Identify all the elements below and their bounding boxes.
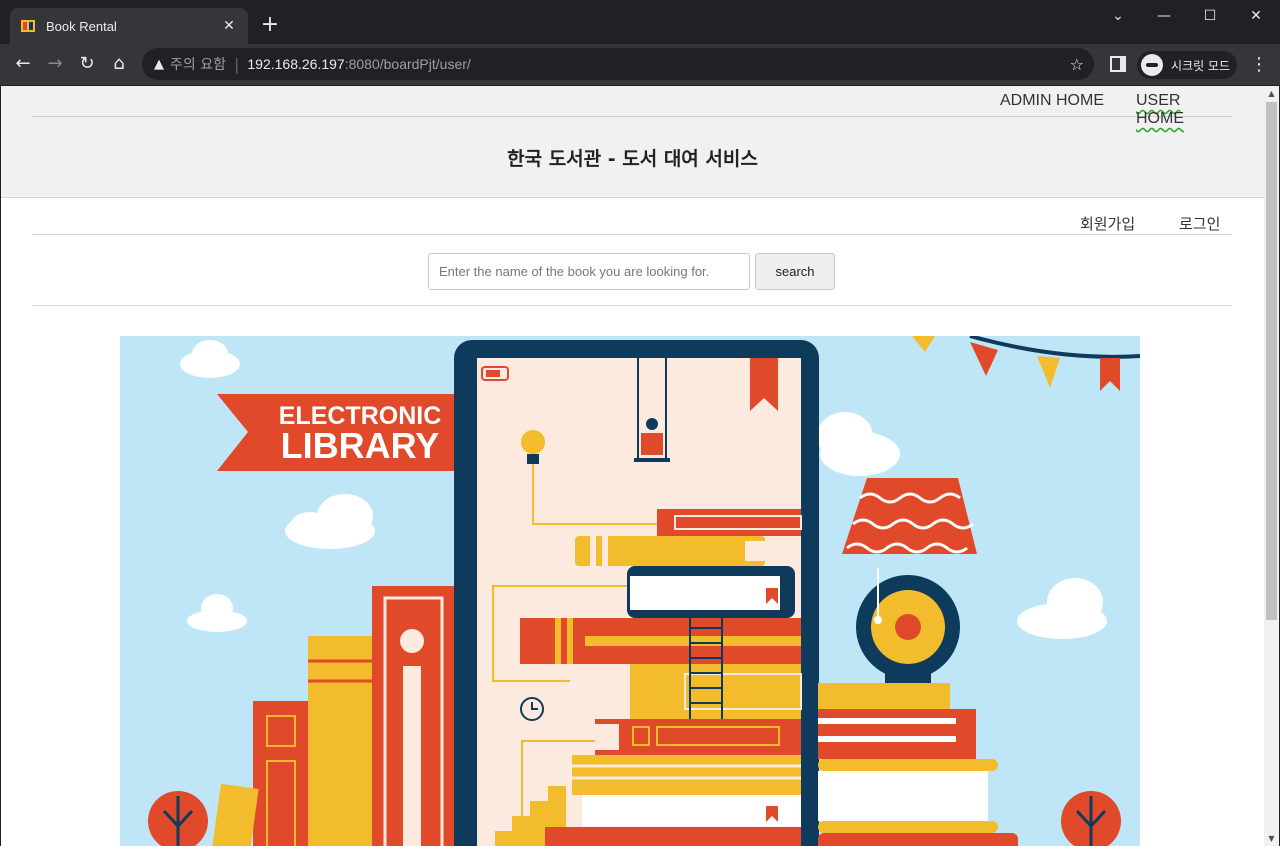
page-scrollbar[interactable]: ▲ ▼ [1264,86,1279,846]
tab-search-dropdown-icon[interactable]: ⌄ [1095,4,1141,28]
side-panel-icon[interactable] [1110,56,1126,72]
divider: | [233,54,240,74]
kebab-menu-icon[interactable]: ⋮ [1250,54,1268,75]
scroll-down-icon[interactable]: ▼ [1264,831,1279,846]
forward-arrow-icon[interactable]: → [43,52,67,76]
browser-tab-strip: Book Rental ✕ + ⌄ — ☐ ✕ [0,0,1280,44]
incognito-badge[interactable]: 시크릿 모드 [1137,51,1237,79]
new-tab-button[interactable]: + [260,12,280,38]
admin-home-link[interactable]: ADMIN HOME [1000,92,1104,110]
maximize-button[interactable]: ☐ [1187,4,1233,28]
electronic-library-banner: ELECTRONIC LIBRARY [120,336,1140,846]
site-header: ADMIN HOME USER HOME 한국 도서관 - 도서 대여 서비스 [1,86,1264,198]
login-link[interactable]: 로그인 [1179,213,1220,234]
user-nav: 회원가입 로그인 [32,198,1232,235]
minimize-button[interactable]: — [1141,4,1187,28]
scroll-thumb[interactable] [1266,102,1277,620]
bookmark-star-icon[interactable]: ☆ [1070,55,1084,74]
search-button[interactable]: search [755,253,835,290]
signup-link[interactable]: 회원가입 [1080,213,1135,234]
book-search-input[interactable] [428,253,750,290]
incognito-label: 시크릿 모드 [1171,58,1231,73]
lightbulb-icon [521,430,545,454]
url-host: 192.168.26.197 [247,56,345,72]
address-bar[interactable]: ▲ 주의 요함 | 192.168.26.197:8080/boardPjt/u… [142,48,1094,80]
page-viewport: ADMIN HOME USER HOME 한국 도서관 - 도서 대여 서비스 … [1,86,1279,846]
search-bar: search [32,235,1232,306]
ribbon-line2: LIBRARY [281,425,440,466]
reader-figure [646,418,658,430]
tab-title: Book Rental [46,18,117,34]
url-path: :8080/boardPjt/user/ [344,56,471,72]
warning-icon[interactable]: ▲ [154,57,164,72]
home-icon[interactable]: ⌂ [107,52,131,76]
page-title: 한국 도서관 - 도서 대여 서비스 [507,148,758,170]
admin-nav: ADMIN HOME USER HOME [32,86,1232,127]
close-window-button[interactable]: ✕ [1233,4,1279,28]
browser-tab[interactable]: Book Rental ✕ [10,8,248,44]
banner-illustration: ELECTRONIC LIBRARY [120,336,1140,846]
security-label[interactable]: 주의 요함 [170,54,226,74]
reload-icon[interactable]: ↻ [75,52,99,76]
incognito-icon [1141,54,1163,76]
back-arrow-icon[interactable]: ← [11,52,35,76]
tab-close-icon[interactable]: ✕ [220,18,238,34]
book-favicon-icon [21,20,35,32]
ribbon: ELECTRONIC LIBRARY [217,394,460,471]
user-home-link[interactable]: USER HOME [1136,92,1232,128]
scroll-up-icon[interactable]: ▲ [1264,86,1279,101]
browser-toolbar: ← → ↻ ⌂ ▲ 주의 요함 | 192.168.26.197:8080/bo… [0,44,1280,85]
